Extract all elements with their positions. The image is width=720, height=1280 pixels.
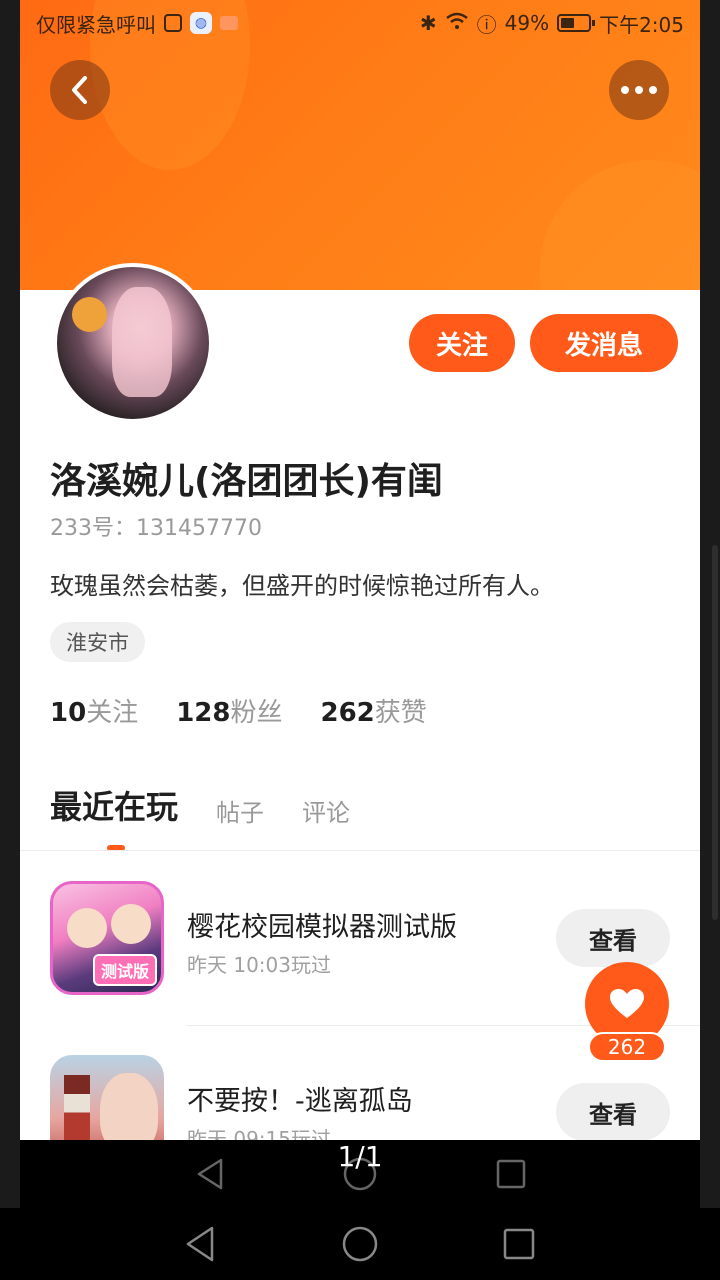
view-button[interactable]: 查看	[556, 1083, 670, 1140]
battery-fill	[561, 18, 575, 28]
tab-recently-played[interactable]: 最近在玩	[50, 782, 178, 828]
stat-fans[interactable]: 128粉丝	[176, 692, 282, 729]
battery-icon	[557, 14, 596, 32]
tab-comments[interactable]: 评论	[302, 793, 350, 828]
page-indicator: 1/1	[337, 1140, 383, 1173]
chevron-left-icon	[72, 76, 87, 104]
status-left: 仅限紧急呼叫 ◍	[36, 9, 238, 38]
like-count: 262	[588, 1032, 666, 1062]
back-triangle-icon[interactable]	[185, 1226, 215, 1262]
stat-likes-label: 获赞	[374, 698, 427, 728]
profile-name: 洛溪婉儿(洛团团长)有闺	[50, 461, 443, 502]
game-title: 樱花校园模拟器测试版	[187, 912, 457, 943]
browser-icon: ◍	[190, 12, 212, 34]
tab-posts[interactable]: 帖子	[216, 793, 264, 828]
game-title: 不要按！-逃离孤岛	[187, 1086, 413, 1117]
stat-likes-count: 262	[320, 698, 375, 728]
stat-following-label: 关注	[86, 698, 139, 728]
battery-percent: 49%	[504, 11, 550, 35]
app-frame: 仅限紧急呼叫 ◍ ✱ ⓘ 49% 下午2:05 关注 发消息 洛溪婉儿(洛团团长…	[20, 0, 700, 1140]
back-button[interactable]	[50, 60, 110, 120]
stat-following-count: 10	[50, 698, 87, 728]
status-bar: 仅限紧急呼叫 ◍ ✱ ⓘ 49% 下午2:05	[20, 0, 700, 46]
more-button[interactable]	[609, 60, 669, 120]
wifi-icon	[445, 11, 469, 35]
send-message-button[interactable]: 发消息	[530, 314, 678, 372]
mail-notification-icon	[220, 16, 238, 30]
profile-bio: 玫瑰虽然会枯萎，但盛开的时候惊艳过所有人。	[50, 572, 554, 600]
game-icon-tag: 测试版	[92, 954, 157, 986]
view-button[interactable]: 查看	[556, 909, 670, 967]
clock: 下午2:05	[599, 12, 684, 37]
profile-uid: 233号：131457770	[50, 516, 262, 541]
battery-tip	[592, 20, 596, 26]
follow-button[interactable]: 关注	[409, 314, 515, 372]
stat-fans-count: 128	[176, 698, 231, 728]
heart-icon	[610, 989, 644, 1018]
profile-stats: 10关注 128粉丝 262获赞	[50, 692, 427, 729]
profile-tabs: 最近在玩 帖子 评论	[50, 782, 350, 828]
stat-following[interactable]: 10关注	[50, 692, 138, 729]
recents-square-icon[interactable]	[503, 1228, 535, 1260]
game-icon[interactable]: 测试版	[50, 881, 164, 995]
stat-fans-label: 粉丝	[230, 698, 283, 728]
carrier-text: 仅限紧急呼叫	[36, 12, 156, 37]
home-circle-icon[interactable]	[342, 1226, 378, 1262]
game-played-time: 昨天 10:03玩过	[187, 953, 331, 977]
status-right: ✱ ⓘ 49% 下午2:05	[420, 9, 684, 38]
location-tag: 淮安市	[50, 622, 145, 662]
banner-decoration	[540, 160, 700, 290]
game-icon[interactable]	[50, 1055, 164, 1140]
bluetooth-icon: ✱	[419, 11, 437, 35]
scrollbar[interactable]	[712, 545, 718, 920]
avatar[interactable]	[53, 263, 213, 423]
game-played-time: 昨天 09:15玩过	[187, 1127, 331, 1140]
sim-icon	[164, 14, 182, 32]
stat-likes[interactable]: 262获赞	[321, 692, 427, 729]
profile-banner: 仅限紧急呼叫 ◍ ✱ ⓘ 49% 下午2:05	[20, 0, 700, 290]
alert-icon: ⓘ	[476, 12, 497, 37]
more-dots-icon	[621, 86, 657, 94]
system-navigation-bar	[0, 1208, 720, 1280]
